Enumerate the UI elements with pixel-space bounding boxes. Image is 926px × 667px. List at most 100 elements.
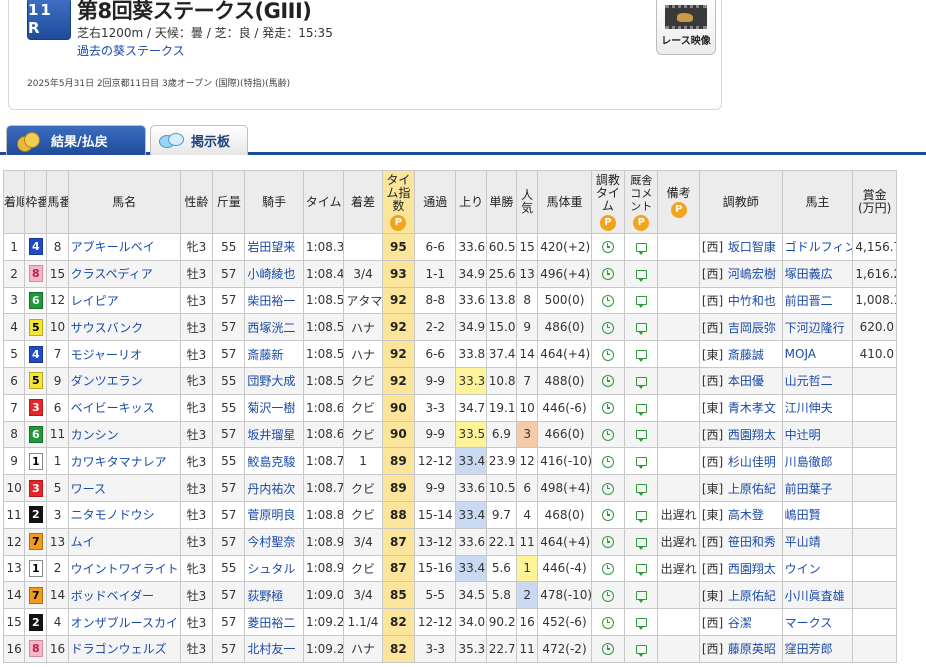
clock-icon[interactable] [601,482,614,495]
comment-icon[interactable] [635,403,647,416]
comment-icon[interactable] [635,510,647,523]
clock-icon[interactable] [601,455,614,468]
jockey-link[interactable]: 坂井瑠星 [244,420,304,449]
cell-stable-comment[interactable] [624,581,659,610]
horse-link[interactable]: カワキタマナレア [67,447,181,476]
clock-icon[interactable] [601,268,614,281]
cell-stable-comment[interactable] [624,527,659,556]
clock-icon[interactable] [601,294,614,307]
owner-link[interactable]: ウイン [781,554,854,583]
jockey-link[interactable]: 西塚洸二 [244,313,304,342]
clock-icon[interactable] [601,241,614,254]
horse-link[interactable]: ウイントワイライト [67,554,181,583]
trainer-link[interactable]: 西園翔太 [728,562,776,576]
tab-results[interactable]: 結果/払戻 [6,125,146,155]
trainer-link[interactable]: 吉岡辰弥 [728,321,776,335]
cell-stable-comment[interactable] [624,447,659,476]
clock-icon[interactable] [601,402,614,415]
owner-link[interactable]: 平山靖 [781,527,854,556]
clock-icon[interactable] [601,321,614,334]
clock-icon[interactable] [601,562,614,575]
trainer-link[interactable]: 本田優 [728,374,764,388]
cell-stable-comment[interactable] [624,634,659,663]
comment-icon[interactable] [635,618,647,631]
owner-link[interactable]: ゴドルフィン [781,233,854,261]
tab-message-board[interactable]: 掲示板 [150,125,248,155]
cell-training-time[interactable] [590,608,626,636]
trainer-link[interactable]: 上原佑紀 [728,482,776,496]
horse-link[interactable]: アブキールベイ [67,233,181,261]
comment-icon[interactable] [635,296,647,309]
trainer-link[interactable]: 高木登 [728,508,764,522]
trainer-link[interactable]: 坂口智康 [728,240,776,254]
cell-stable-comment[interactable] [624,554,659,583]
comment-icon[interactable] [635,537,647,550]
owner-link[interactable]: 嶋田賢 [781,500,854,529]
comment-icon[interactable] [635,484,647,497]
owner-link[interactable]: 山元哲二 [781,366,854,395]
horse-link[interactable]: ドラゴンウェルズ [67,634,181,663]
trainer-link[interactable]: 河嶋宏樹 [728,267,776,281]
clock-icon[interactable] [601,348,614,361]
cell-training-time[interactable] [590,554,626,583]
cell-training-time[interactable] [590,581,626,610]
cell-training-time[interactable] [590,420,626,449]
comment-icon[interactable] [635,323,647,336]
cell-training-time[interactable] [590,366,626,395]
comment-icon[interactable] [635,242,647,255]
trainer-link[interactable]: 青木孝文 [728,401,776,415]
jockey-link[interactable]: 斎藤新 [244,340,304,368]
horse-link[interactable]: ベイビーキッス [67,393,181,422]
clock-icon[interactable] [601,509,614,522]
cell-stable-comment[interactable] [624,420,659,449]
jockey-link[interactable]: 岩田望来 [244,233,304,261]
trainer-link[interactable]: 谷潔 [728,616,752,630]
jockey-link[interactable]: 柴田裕一 [244,286,304,315]
clock-icon[interactable] [601,375,614,388]
comment-icon[interactable] [635,457,647,470]
horse-link[interactable]: ムイ [67,527,181,556]
cell-training-time[interactable] [590,500,626,529]
cell-training-time[interactable] [590,233,626,261]
comment-icon[interactable] [635,350,647,363]
jockey-link[interactable]: 荻野極 [244,581,304,610]
owner-link[interactable]: 前田葉子 [781,474,854,502]
horse-link[interactable]: オンザブルースカイ [67,608,181,636]
cell-stable-comment[interactable] [624,474,659,502]
owner-link[interactable]: 下河辺隆行 [781,313,854,342]
cell-training-time[interactable] [590,393,626,422]
horse-link[interactable]: ワース [67,474,181,502]
jockey-link[interactable]: 丹内祐次 [244,474,304,502]
jockey-link[interactable]: 菊沢一樹 [244,393,304,422]
horse-link[interactable]: カンシン [67,420,181,449]
horse-link[interactable]: レイピア [67,286,181,315]
trainer-link[interactable]: 中竹和也 [728,294,776,308]
owner-link[interactable]: 川島徹郎 [781,447,854,476]
owner-link[interactable]: 小川眞査雄 [781,581,854,610]
cell-training-time[interactable] [590,634,626,663]
horse-link[interactable]: クラスペディア [67,259,181,288]
clock-icon[interactable] [601,536,614,549]
clock-icon[interactable] [601,428,614,441]
jockey-link[interactable]: 菱田裕二 [244,608,304,636]
cell-training-time[interactable] [590,474,626,502]
cell-training-time[interactable] [590,286,626,315]
comment-icon[interactable] [635,564,647,577]
trainer-link[interactable]: 斎藤誠 [728,348,764,362]
owner-link[interactable]: MOJA [781,340,854,368]
horse-link[interactable]: サウスバンク [67,313,181,342]
owner-link[interactable]: 江川伸夫 [781,393,854,422]
owner-link[interactable]: 前田晋二 [781,286,854,315]
jockey-link[interactable]: シュタル [244,554,304,583]
cell-training-time[interactable] [590,447,626,476]
jockey-link[interactable]: 北村友一 [244,634,304,663]
jockey-link[interactable]: 今村聖奈 [244,527,304,556]
trainer-link[interactable]: 笹田和秀 [728,535,776,549]
comment-icon[interactable] [635,430,647,443]
cell-stable-comment[interactable] [624,366,659,395]
horse-link[interactable]: ダンツエラン [67,366,181,395]
cell-training-time[interactable] [590,340,626,368]
trainer-link[interactable]: 杉山佳明 [728,455,776,469]
jockey-link[interactable]: 団野大成 [244,366,304,395]
horse-link[interactable]: ボッドベイダー [67,581,181,610]
